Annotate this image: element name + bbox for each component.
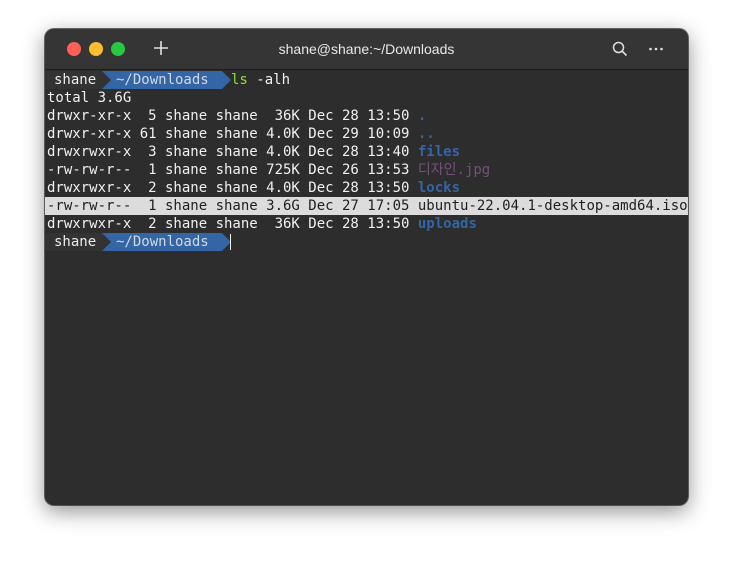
- new-tab-button[interactable]: [149, 36, 173, 60]
- plus-icon: [154, 41, 168, 55]
- row-name: uploads: [417, 216, 477, 232]
- prompt-separator: [102, 71, 111, 89]
- prompt-line: shane ~/Downloads ls -alh: [45, 71, 688, 89]
- prompt-directory: ~/Downloads: [102, 233, 222, 251]
- search-icon: [612, 41, 628, 57]
- prompt-separator: [222, 71, 231, 89]
- row-name: locks: [417, 180, 461, 196]
- row-name: ..: [417, 126, 435, 142]
- window-title: shane@shane:~/Downloads: [278, 41, 455, 57]
- total-line: total 3.6G: [47, 90, 132, 106]
- row-info: -rw-rw-r-- 1 shane shane 725K Dec 26 13:…: [47, 162, 418, 178]
- terminal-content[interactable]: shane ~/Downloads ls -alh total 3.6G drw…: [45, 70, 688, 505]
- prompt-line: shane ~/Downloads: [45, 233, 688, 251]
- row-name: 디자인.jpg: [417, 162, 491, 178]
- text-cursor: [230, 234, 231, 250]
- prompt-directory: ~/Downloads: [102, 71, 222, 89]
- prompt-user: shane: [45, 233, 102, 251]
- row-info: drwxrwxr-x 2 shane shane 4.0K Dec 28 13:…: [47, 180, 418, 196]
- row-info: drwxrwxr-x 3 shane shane 4.0K Dec 28 13:…: [47, 144, 418, 160]
- row-name: .: [417, 108, 427, 124]
- row-info: -rw-rw-r-- 1 shane shane 3.6G Dec 27 17:…: [47, 198, 418, 214]
- listing-row: -rw-rw-r-- 1 shane shane 725K Dec 26 13:…: [47, 161, 490, 179]
- row-info: drwxrwxr-x 2 shane shane 36K Dec 28 13:5…: [47, 216, 418, 232]
- command-args: -alh: [247, 72, 291, 88]
- terminal-window: shane@shane:~/Downloads shane ~/Download…: [45, 29, 688, 505]
- command-text: ls -alh: [231, 71, 290, 89]
- row-name: ubuntu-22.04.1-desktop-amd64.iso: [417, 198, 688, 214]
- row-info: drwxr-xr-x 61 shane shane 4.0K Dec 29 10…: [47, 126, 418, 142]
- close-button[interactable]: [67, 42, 81, 56]
- listing-row: drwxr-xr-x 61 shane shane 4.0K Dec 29 10…: [47, 125, 435, 143]
- listing-row: drwxrwxr-x 2 shane shane 4.0K Dec 28 13:…: [47, 179, 460, 197]
- maximize-button[interactable]: [111, 42, 125, 56]
- title-bar: shane@shane:~/Downloads: [45, 29, 688, 70]
- row-info: drwxr-xr-x 5 shane shane 36K Dec 28 13:5…: [47, 108, 418, 124]
- search-button[interactable]: [610, 39, 630, 59]
- command-name: ls: [231, 72, 248, 88]
- listing-row: drwxrwxr-x 2 shane shane 36K Dec 28 13:5…: [47, 215, 477, 233]
- minimize-button[interactable]: [89, 42, 103, 56]
- listing-row-selected[interactable]: -rw-rw-r-- 1 shane shane 3.6G Dec 27 17:…: [47, 197, 688, 215]
- prompt-user: shane: [45, 71, 102, 89]
- more-button[interactable]: [646, 39, 666, 59]
- prompt-separator: [102, 233, 111, 251]
- more-icon: [649, 47, 663, 51]
- listing-row: drwxr-xr-x 5 shane shane 36K Dec 28 13:5…: [47, 107, 426, 125]
- listing-row: drwxrwxr-x 3 shane shane 4.0K Dec 28 13:…: [47, 143, 460, 161]
- row-name: files: [417, 144, 461, 160]
